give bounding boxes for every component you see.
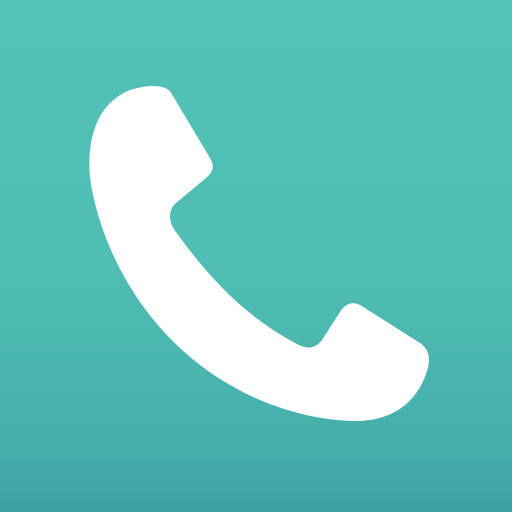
phone-handset-shape [89,85,429,421]
app-icon[interactable] [0,0,512,512]
phone-icon [89,85,429,421]
